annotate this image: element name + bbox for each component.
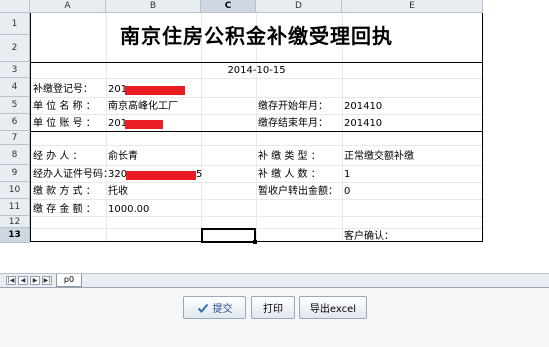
pay-method-label: 缴 款 方 式 ： <box>33 186 96 197</box>
report-date: 2014-10-15 <box>227 65 286 76</box>
redaction-mark <box>126 171 196 180</box>
pay-method-value: 托收 <box>108 186 128 197</box>
selected-cell-c13[interactable] <box>201 228 256 243</box>
spreadsheet-viewer: A B C D E 1 2 3 4 5 6 7 8 9 10 11 12 13 … <box>0 0 549 288</box>
supp-count-label: 补 缴 人 数 ： <box>258 169 321 180</box>
row-header-10[interactable]: 10 <box>0 182 30 199</box>
print-button[interactable]: 打印 <box>251 296 295 319</box>
row-header-8[interactable]: 8 <box>0 145 30 165</box>
supp-type-value: 正常缴交额补缴 <box>344 151 414 162</box>
reg-no-label: 补缴登记号： <box>33 84 93 95</box>
export-button-label: 导出excel <box>309 304 357 315</box>
temp-transfer-label: 暂收户转出金额： <box>258 186 338 197</box>
fill-handle[interactable] <box>253 240 257 244</box>
unit-account-label: 单 位 账 号 ： <box>33 118 96 129</box>
sheet-tab-p0[interactable]: p0 <box>56 274 82 287</box>
start-month-label: 缴存开始年月： <box>258 101 328 112</box>
customer-confirm-label: 客户确认： <box>344 231 394 242</box>
row-header-3[interactable]: 3 <box>0 62 30 78</box>
row-header-13[interactable]: 13 <box>0 228 30 243</box>
unit-name-label: 单 位 名 称 ： <box>33 101 96 112</box>
end-month-value: 201410 <box>344 118 383 129</box>
export-excel-button[interactable]: 导出excel <box>299 296 367 319</box>
supp-type-label: 补 缴 类 型 ： <box>258 151 321 162</box>
check-icon <box>197 303 208 313</box>
last-sheet-icon[interactable]: ▶| <box>42 276 52 285</box>
handler-label: 经 办 人 ： <box>33 151 83 162</box>
separator-line <box>30 131 483 132</box>
report-title: 南京住房公积金补缴受理回执 <box>120 24 393 48</box>
handler-id-label: 经办人证件号码： <box>33 169 113 180</box>
column-header-d[interactable]: D <box>256 0 342 13</box>
prev-sheet-icon[interactable]: ◀ <box>18 276 28 285</box>
deposit-amount-label: 缴 存 金 额 ： <box>33 204 96 215</box>
end-month-label: 缴存结束年月： <box>258 118 328 129</box>
deposit-amount-value: 1000.00 <box>108 204 150 215</box>
handler-id-value: 320 <box>108 169 128 180</box>
row-header-5[interactable]: 5 <box>0 97 30 114</box>
unit-name-value: 南京高峰化工厂 <box>108 101 178 112</box>
first-sheet-icon[interactable]: |◀ <box>6 276 16 285</box>
column-header-b[interactable]: B <box>106 0 201 13</box>
supp-count-value: 1 <box>344 169 351 180</box>
row-header-12[interactable]: 12 <box>0 216 30 228</box>
print-button-label: 打印 <box>263 304 283 315</box>
redaction-mark <box>125 120 163 129</box>
start-month-value: 201410 <box>344 101 383 112</box>
column-header-c[interactable]: C <box>201 0 256 13</box>
row-header-4[interactable]: 4 <box>0 78 30 97</box>
row-header-9[interactable]: 9 <box>0 165 30 182</box>
redaction-mark <box>125 86 185 95</box>
submit-button[interactable]: 提交 <box>183 296 246 319</box>
handler-value: 俞长青 <box>108 151 138 162</box>
next-sheet-icon[interactable]: ▶ <box>30 276 40 285</box>
temp-transfer-value: 0 <box>344 186 351 197</box>
select-all-corner[interactable] <box>0 0 30 13</box>
submit-button-label: 提交 <box>212 304 233 315</box>
separator-line <box>30 62 483 63</box>
row-header-2[interactable]: 2 <box>0 35 30 62</box>
handler-id-tail: 5 <box>196 169 203 180</box>
row-header-11[interactable]: 11 <box>0 199 30 216</box>
column-header-a[interactable]: A <box>30 0 106 13</box>
row-header-7[interactable]: 7 <box>0 131 30 145</box>
row-header-1[interactable]: 1 <box>0 13 30 35</box>
row-header-6[interactable]: 6 <box>0 114 30 131</box>
sheet-tab-bar: |◀ ◀ ▶ ▶| p0 <box>0 273 549 287</box>
column-header-e[interactable]: E <box>342 0 483 13</box>
